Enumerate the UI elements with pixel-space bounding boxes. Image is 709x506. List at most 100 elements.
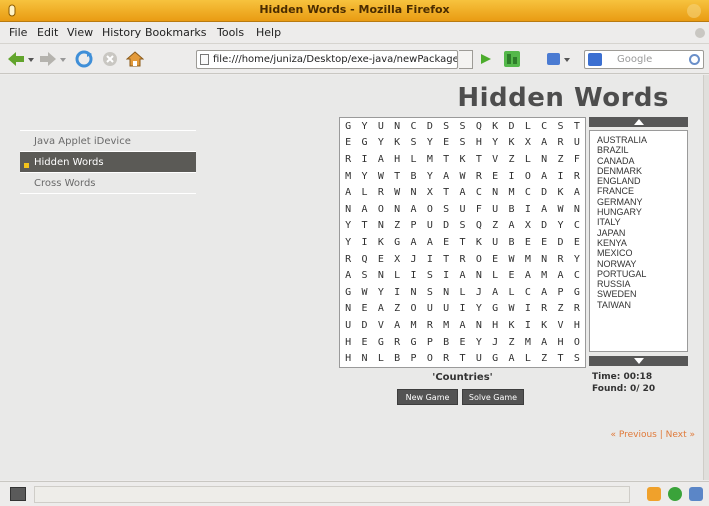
grid-cell[interactable]: A — [552, 267, 568, 284]
grid-cell[interactable]: K — [487, 118, 503, 135]
grid-cell[interactable]: Y — [422, 135, 438, 152]
grid-cell[interactable]: E — [487, 168, 503, 185]
grid-cell[interactable]: J — [487, 334, 503, 351]
grid-cell[interactable]: D — [438, 218, 454, 235]
grid-cell[interactable]: P — [405, 218, 421, 235]
grid-cell[interactable]: C — [520, 284, 536, 301]
grid-cell[interactable]: Y — [356, 118, 372, 135]
grid-cell[interactable]: W — [373, 168, 389, 185]
back-button[interactable] — [6, 49, 36, 69]
grid-cell[interactable]: I — [520, 317, 536, 334]
grid-cell[interactable]: E — [438, 234, 454, 251]
grid-cell[interactable]: E — [569, 234, 585, 251]
grid-cell[interactable]: E — [503, 267, 519, 284]
grid-cell[interactable]: E — [340, 135, 356, 152]
grid-cell[interactable]: W — [356, 284, 372, 301]
grid-cell[interactable]: Y — [340, 218, 356, 235]
grid-cell[interactable]: A — [454, 184, 470, 201]
grid-cell[interactable]: K — [552, 184, 568, 201]
grid-cell[interactable]: A — [536, 168, 552, 185]
grid-cell[interactable]: R — [536, 301, 552, 318]
grid-cell[interactable]: L — [405, 151, 421, 168]
grid-cell[interactable]: I — [422, 251, 438, 268]
grid-cell[interactable]: K — [503, 317, 519, 334]
grid-cell[interactable]: N — [405, 284, 421, 301]
grid-cell[interactable]: G — [340, 284, 356, 301]
grid-cell[interactable]: U — [422, 301, 438, 318]
grid-cell[interactable]: M — [405, 317, 421, 334]
grid-cell[interactable]: L — [503, 284, 519, 301]
grid-cell[interactable]: A — [503, 218, 519, 235]
grid-cell[interactable]: L — [389, 267, 405, 284]
grid-cell[interactable]: Z — [503, 151, 519, 168]
grid-cell[interactable]: U — [487, 234, 503, 251]
nav-item-hidden-words[interactable]: Hidden Words — [20, 152, 196, 173]
grid-cell[interactable]: R — [438, 350, 454, 367]
grid-cell[interactable]: R — [389, 334, 405, 351]
grid-cell[interactable]: A — [569, 184, 585, 201]
search-icon[interactable] — [689, 54, 700, 65]
grid-cell[interactable]: M — [520, 334, 536, 351]
grid-cell[interactable]: A — [405, 234, 421, 251]
grid-cell[interactable]: G — [340, 118, 356, 135]
grid-cell[interactable]: O — [405, 301, 421, 318]
grid-cell[interactable]: K — [471, 234, 487, 251]
grid-cell[interactable]: D — [536, 218, 552, 235]
grid-cell[interactable]: V — [487, 151, 503, 168]
grid-cell[interactable]: T — [356, 218, 372, 235]
grid-cell[interactable]: S — [438, 118, 454, 135]
grid-cell[interactable]: L — [356, 184, 372, 201]
grid-cell[interactable]: V — [373, 317, 389, 334]
grid-cell[interactable]: D — [422, 118, 438, 135]
grid-cell[interactable]: L — [520, 350, 536, 367]
grid-cell[interactable]: I — [503, 168, 519, 185]
grid-cell[interactable]: C — [405, 118, 421, 135]
menu-help[interactable]: Help — [256, 26, 281, 39]
grid-cell[interactable]: B — [503, 201, 519, 218]
grid-cell[interactable]: Y — [373, 284, 389, 301]
grid-cell[interactable]: L — [454, 284, 470, 301]
url-bar[interactable]: file:///home/juniza/Desktop/exe-java/new… — [196, 50, 458, 69]
grid-cell[interactable]: V — [552, 317, 568, 334]
grid-cell[interactable]: A — [520, 267, 536, 284]
grid-cell[interactable]: X — [520, 218, 536, 235]
grid-cell[interactable]: N — [405, 184, 421, 201]
grid-cell[interactable]: X — [520, 135, 536, 152]
grid-cell[interactable]: B — [405, 168, 421, 185]
grid-cell[interactable]: C — [536, 118, 552, 135]
grid-cell[interactable]: Q — [471, 218, 487, 235]
grid-cell[interactable]: N — [340, 301, 356, 318]
list-scroll-down-button[interactable] — [589, 356, 688, 366]
grid-cell[interactable]: A — [340, 267, 356, 284]
grid-cell[interactable]: C — [471, 184, 487, 201]
grid-cell[interactable]: S — [454, 218, 470, 235]
grid-cell[interactable]: Q — [356, 251, 372, 268]
grid-cell[interactable]: O — [471, 251, 487, 268]
grid-cell[interactable]: K — [454, 151, 470, 168]
grid-cell[interactable]: U — [422, 218, 438, 235]
page-scrollbar[interactable] — [703, 75, 709, 480]
grid-cell[interactable]: G — [389, 234, 405, 251]
grid-cell[interactable]: I — [454, 301, 470, 318]
grid-cell[interactable]: N — [356, 350, 372, 367]
grid-cell[interactable]: N — [471, 267, 487, 284]
console-icon[interactable] — [10, 487, 26, 501]
grid-cell[interactable]: A — [422, 234, 438, 251]
home-button[interactable] — [125, 49, 145, 69]
grid-cell[interactable]: E — [536, 234, 552, 251]
grid-cell[interactable]: Z — [552, 301, 568, 318]
grid-cell[interactable]: H — [471, 135, 487, 152]
grid-cell[interactable]: G — [487, 301, 503, 318]
sync-icon[interactable] — [689, 487, 703, 501]
word-search-grid[interactable]: GYUNCDSSQKDLCSTEGYKSYESHYKXARURIAHLMTKTV… — [339, 117, 586, 368]
grid-cell[interactable]: T — [454, 234, 470, 251]
grid-cell[interactable]: Y — [422, 168, 438, 185]
grid-cell[interactable]: K — [373, 234, 389, 251]
grid-cell[interactable]: D — [503, 118, 519, 135]
grid-cell[interactable]: X — [389, 251, 405, 268]
go-button[interactable] — [478, 49, 494, 69]
grid-cell[interactable]: T — [389, 168, 405, 185]
grid-cell[interactable]: Z — [536, 350, 552, 367]
grid-cell[interactable]: Y — [487, 135, 503, 152]
grid-cell[interactable]: E — [438, 135, 454, 152]
